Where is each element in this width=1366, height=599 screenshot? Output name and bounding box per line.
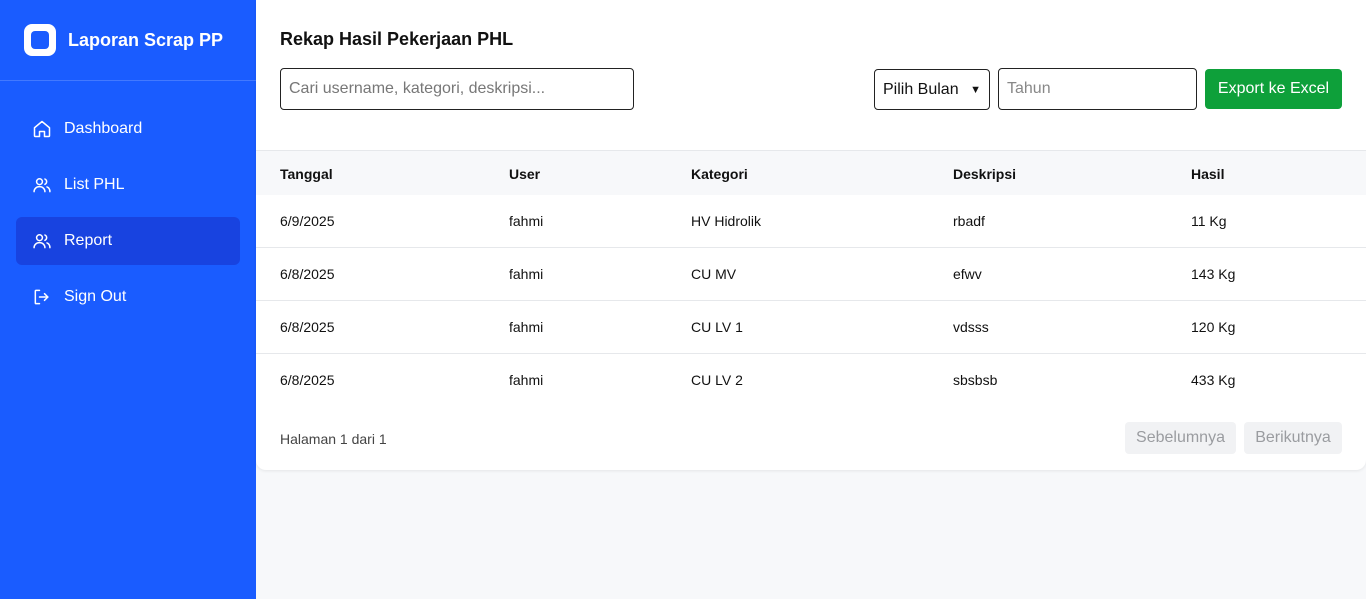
next-page-button[interactable]: Berikutnya <box>1244 422 1342 454</box>
year-input[interactable] <box>998 68 1197 110</box>
export-excel-button[interactable]: Export ke Excel <box>1205 69 1342 109</box>
table-row: 6/8/2025 fahmi CU LV 2 sbsbsb 433 Kg <box>256 354 1366 407</box>
cell-result: 143 Kg <box>1191 266 1236 282</box>
cell-description: vdsss <box>953 319 989 335</box>
table-row: 6/8/2025 fahmi CU LV 1 vdsss 120 Kg <box>256 301 1366 354</box>
cell-user: fahmi <box>509 372 544 388</box>
cell-result: 433 Kg <box>1191 372 1236 388</box>
report-card: Rekap Hasil Pekerjaan PHL Pilih Bulan ▼ … <box>256 0 1366 470</box>
cell-date: 6/9/2025 <box>280 213 335 229</box>
cell-date: 6/8/2025 <box>280 266 335 282</box>
search-input[interactable] <box>280 68 634 110</box>
cell-description: efwv <box>953 266 982 282</box>
column-header: User <box>509 166 541 182</box>
cell-result: 120 Kg <box>1191 319 1236 335</box>
month-select[interactable]: Pilih Bulan ▼ <box>874 69 990 110</box>
column-header: Kategori <box>691 166 748 182</box>
brand: Laporan Scrap PP <box>0 0 256 81</box>
sidebar-item-label: Dashboard <box>64 120 143 137</box>
column-header: Hasil <box>1191 166 1225 182</box>
cell-user: fahmi <box>509 266 544 282</box>
cell-category: CU MV <box>691 266 737 282</box>
cell-category: HV Hidrolik <box>691 213 762 229</box>
home-icon <box>32 119 52 139</box>
app-logo-icon <box>24 24 56 56</box>
cell-category: CU LV 2 <box>691 372 743 388</box>
users-icon <box>32 175 52 195</box>
cell-description: sbsbsb <box>953 372 998 388</box>
pagination-info: Halaman 1 dari 1 <box>280 431 387 447</box>
sidebar-item-report[interactable]: Report <box>16 217 240 265</box>
cell-user: fahmi <box>509 319 544 335</box>
cell-category: CU LV 1 <box>691 319 743 335</box>
cell-user: fahmi <box>509 213 544 229</box>
sidebar: Laporan Scrap PP Dashboard List PHL Repo… <box>0 0 256 599</box>
cell-date: 6/8/2025 <box>280 372 335 388</box>
previous-page-button[interactable]: Sebelumnya <box>1125 422 1236 454</box>
page-title: Rekap Hasil Pekerjaan PHL <box>280 29 514 49</box>
app-title: Laporan Scrap PP <box>68 29 224 50</box>
users-icon <box>32 231 52 251</box>
table-row: 6/8/2025 fahmi CU MV efwv 143 Kg <box>256 248 1366 301</box>
sidebar-item-label: Report <box>64 232 113 249</box>
column-header: Tanggal <box>280 166 333 182</box>
sign-out-icon <box>32 287 52 307</box>
sidebar-item-dashboard[interactable]: Dashboard <box>16 105 240 153</box>
sidebar-nav: Dashboard List PHL Report Sign Out <box>0 81 256 321</box>
table-row: 6/9/2025 fahmi HV Hidrolik rbadf 11 Kg <box>256 195 1366 248</box>
report-table: Tanggal User Kategori Deskripsi Hasil 6/… <box>256 150 1366 407</box>
month-select-value: Pilih Bulan <box>883 80 959 98</box>
column-header: Deskripsi <box>953 166 1017 182</box>
cell-result: 11 Kg <box>1191 213 1227 229</box>
chevron-down-icon: ▼ <box>970 83 981 96</box>
sidebar-item-sign-out[interactable]: Sign Out <box>16 273 240 321</box>
table-header: Tanggal User Kategori Deskripsi Hasil <box>256 150 1366 195</box>
sidebar-item-label: Sign Out <box>64 288 127 305</box>
sidebar-item-list-phl[interactable]: List PHL <box>16 161 240 209</box>
cell-description: rbadf <box>953 213 985 229</box>
cell-date: 6/8/2025 <box>280 319 335 335</box>
sidebar-item-label: List PHL <box>64 176 125 193</box>
